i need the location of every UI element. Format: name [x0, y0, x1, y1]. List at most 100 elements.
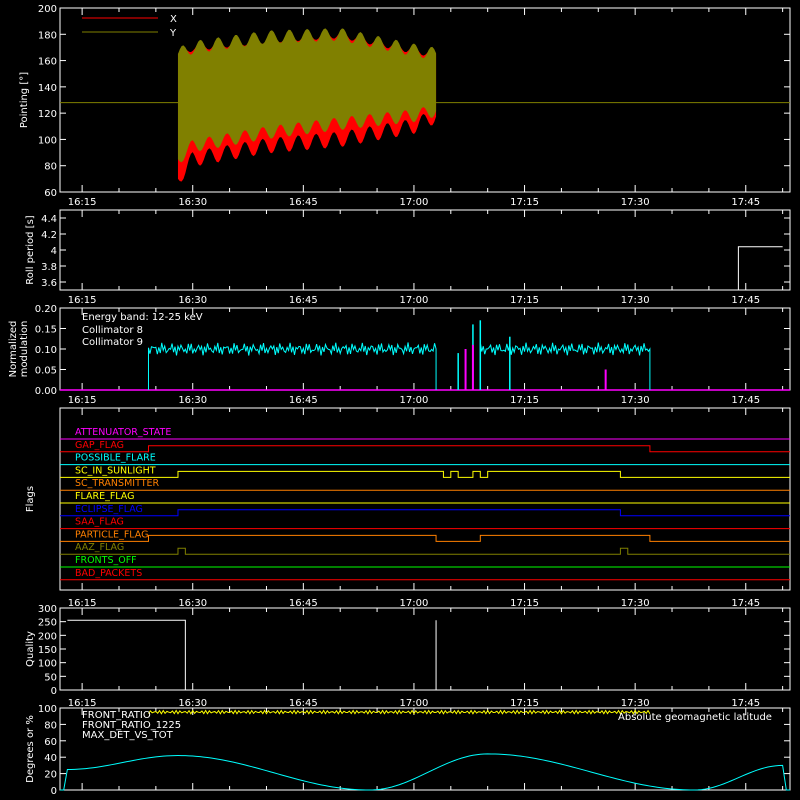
quality-ytick-label: 50 — [44, 672, 57, 683]
pointing-xtick-label: 16:15 — [68, 197, 97, 208]
ratios-ytick-label: 40 — [44, 753, 57, 764]
modulation-xtick-label: 17:30 — [621, 395, 650, 406]
geomagnetic-latitude-line — [60, 753, 790, 791]
flag-label-eclipse-flag: ECLIPSE_FLAG — [75, 504, 143, 515]
ratios-ytick-label: 80 — [44, 720, 57, 731]
modulation-ytick-label: 0.20 — [35, 304, 57, 315]
flag-label-sc-in-sunlight: SC_IN_SUNLIGHT — [75, 465, 156, 476]
flag-label-possible-flare: POSSIBLE_FLARE — [75, 453, 156, 464]
pointing-ytick-label: 120 — [38, 109, 57, 120]
flags-xtick-label: 17:30 — [621, 598, 650, 609]
quality-ytick-label: 300 — [38, 604, 57, 615]
roll-ylabel: Roll period [s] — [25, 215, 36, 284]
pointing-ytick-label: 160 — [38, 57, 57, 68]
pointing-ylabel: Pointing [°] — [19, 72, 30, 128]
roll-xtick-label: 17:45 — [731, 295, 760, 306]
roll-ytick-label: 3.6 — [41, 278, 57, 289]
pointing-ytick-label: 100 — [38, 135, 57, 146]
pointing-xtick-label: 17:45 — [731, 197, 760, 208]
ratios-ytick-label: 60 — [44, 737, 57, 748]
legend-collimator-9: Collimator 9 — [82, 337, 143, 348]
roll-xtick-label: 17:15 — [510, 295, 539, 306]
quality-xtick-label: 16:45 — [289, 698, 318, 709]
flag-label-sc-transmitter: SC_TRANSMITTER — [75, 478, 160, 489]
pointing-xtick-label: 17:15 — [510, 197, 539, 208]
quality-ytick-label: 200 — [38, 631, 57, 642]
roll-frame — [59, 209, 791, 291]
flag-label-attenuator-state: ATTENUATOR_STATE — [75, 427, 171, 438]
legend-label-y: Y — [169, 28, 177, 39]
flag-label-saa-flag: SAA_FLAG — [75, 517, 124, 528]
roll-xtick-label: 16:30 — [178, 295, 207, 306]
roll-ytick-label: 4.2 — [41, 230, 57, 241]
modulation-xtick-label: 17:15 — [510, 395, 539, 406]
flags-xtick-label: 17:45 — [731, 598, 760, 609]
ratios-ytick-label: 0 — [51, 786, 57, 797]
flag-label-flare-flag: FLARE_FLAG — [75, 491, 135, 502]
quality-xtick-label: 17:00 — [400, 698, 429, 709]
quality-xtick-label: 17:15 — [510, 698, 539, 709]
roll-xtick-label: 17:00 — [400, 295, 429, 306]
pointing-ytick-label: 80 — [44, 162, 57, 173]
energy-band-annotation: Energy band: 12-25 keV — [82, 312, 203, 323]
modulation-ytick-label: 0.05 — [35, 366, 57, 377]
pointing-xtick-label: 16:45 — [289, 197, 318, 208]
flags-xtick-label: 16:15 — [68, 598, 97, 609]
flag-line-sc-in-sunlight — [60, 470, 790, 478]
modulation-ytick-label: 0.10 — [35, 345, 57, 356]
modulation-xtick-label: 16:45 — [289, 395, 318, 406]
roll-ytick-label: 4.4 — [41, 214, 57, 225]
flag-line-gap-flag — [60, 445, 790, 453]
pointing-xtick-label: 17:30 — [621, 197, 650, 208]
quality-ytick-label: 100 — [38, 659, 57, 670]
legend-geomagnetic-latitude: Absolute geomagnetic latitude — [618, 712, 772, 723]
ratios-ylabel: Degrees or % — [25, 715, 36, 783]
modulation-ylabel: Normalized — [8, 321, 19, 378]
roll-ytick-label: 4 — [51, 246, 57, 257]
flag-line-particle-flag — [60, 534, 790, 542]
front-ratio-line — [148, 709, 651, 715]
quality-ytick-label: 250 — [38, 618, 57, 629]
flag-line-aaz-flag — [60, 547, 790, 555]
ratios-ytick-label: 100 — [38, 704, 57, 715]
pointing-ytick-label: 140 — [38, 83, 57, 94]
roll-xtick-label: 16:45 — [289, 295, 318, 306]
legend-collimator-8: Collimator 8 — [82, 325, 143, 336]
ql-lightcurve-figure: 16:15 16:30 16:45 17:00 17:15 17:30 17:45 Point… — [8, 4, 791, 797]
roll-ytick-label: 3.8 — [41, 262, 57, 273]
pointing-xtick-label: 17:00 — [400, 197, 429, 208]
modulation-ytick-label: 0.15 — [35, 325, 57, 336]
legend-label-x: X — [170, 14, 177, 25]
quality-ylabel: Quality — [25, 631, 36, 667]
flag-label-gap-flag: GAP_FLAG — [75, 440, 124, 451]
flags-xtick-label: 17:15 — [510, 598, 539, 609]
collimator8-line-0 — [147, 342, 437, 390]
modulation-ylabel-2: modulation — [19, 321, 30, 378]
quality-xtick-label: 17:45 — [731, 698, 760, 709]
collimator8-line-1 — [479, 342, 651, 390]
modulation-xtick-label: 16:30 — [178, 395, 207, 406]
pointing-ytick-label: 200 — [38, 4, 57, 15]
flag-label-bad-packets: BAD_PACKETS — [75, 568, 142, 579]
flag-label-aaz-flag: AAZ_FLAG — [75, 542, 124, 553]
quality-xtick-label: 17:30 — [621, 698, 650, 709]
flag-label-particle-flag: PARTICLE_FLAG — [75, 529, 148, 540]
flags-ylabel: Flags — [25, 486, 36, 512]
legend-max-det-vs-tot: MAX_DET_VS_TOT — [82, 730, 174, 741]
modulation-xtick-label: 17:45 — [731, 395, 760, 406]
flag-label-fronts-off: FRONTS_OFF — [75, 555, 137, 566]
flags-xtick-label: 16:45 — [289, 598, 318, 609]
quality-xtick-label: 16:15 — [68, 698, 97, 709]
pointing-ytick-label: 60 — [44, 188, 57, 199]
modulation-xtick-label: 16:15 — [68, 395, 97, 406]
roll-xtick-label: 16:15 — [68, 295, 97, 306]
quality-xtick-label: 16:30 — [178, 698, 207, 709]
flags-xtick-label: 16:30 — [178, 598, 207, 609]
modulation-xtick-label: 17:00 — [400, 395, 429, 406]
pointing-ytick-label: 180 — [38, 30, 57, 41]
flag-line-eclipse-flag — [60, 509, 790, 517]
pointing-xtick-label: 16:30 — [178, 197, 207, 208]
quality-line — [67, 619, 783, 691]
modulation-ytick-label: 0.00 — [35, 386, 57, 397]
roll-xtick-label: 17:30 — [621, 295, 650, 306]
